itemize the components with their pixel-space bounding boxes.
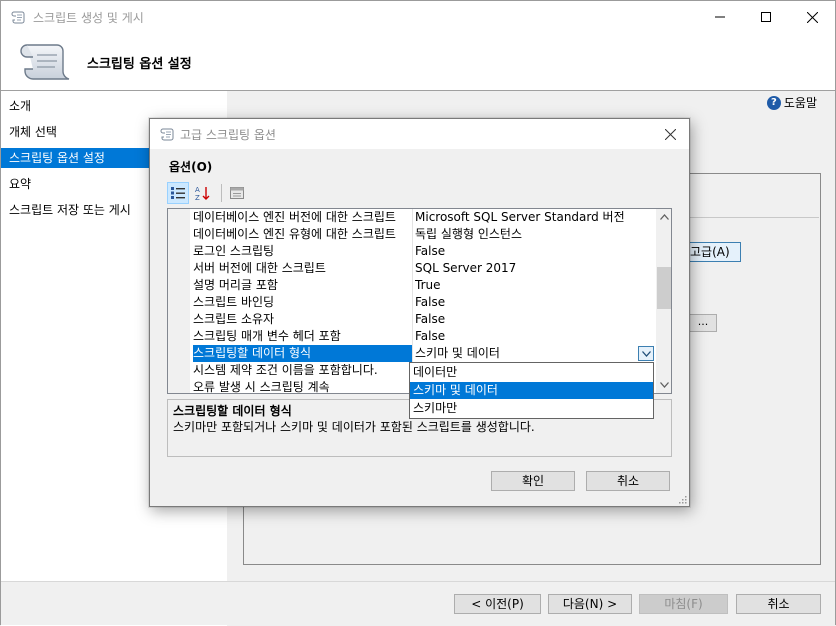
minimize-icon <box>715 16 725 18</box>
panel-separator <box>683 174 819 218</box>
column-divider <box>412 311 413 328</box>
dropdown-option[interactable]: 스키마만 <box>410 400 653 417</box>
ok-button[interactable]: 확인 <box>491 471 575 491</box>
scroll-up-button[interactable] <box>656 209 671 225</box>
browse-button[interactable]: ... <box>689 314 717 332</box>
prev-button[interactable]: < 이전(P) <box>454 594 541 614</box>
finish-button[interactable]: 마침(F) <box>639 594 728 614</box>
property-value: 독립 실행형 인스턴스 <box>415 227 522 241</box>
property-value[interactable]: 스키마 및 데이터 <box>415 345 655 362</box>
property-name: 스크립팅 매개 변수 헤더 포함 <box>193 329 341 343</box>
property-name: 스크립트 소유자 <box>193 312 275 326</box>
property-row[interactable]: 데이터베이스 엔진 유형에 대한 스크립트 독립 실행형 인스턴스 <box>190 226 656 243</box>
dropdown-option-selected[interactable]: 스키마 및 데이터 <box>410 382 653 399</box>
description-title: 스크립팅할 데이터 형식 <box>173 404 292 418</box>
resize-grip-icon[interactable] <box>677 494 687 504</box>
property-value: False <box>415 295 446 309</box>
options-label: 옵션(O) <box>169 160 213 174</box>
property-name: 서버 버전에 대한 스크립트 <box>193 261 326 275</box>
column-divider <box>412 260 413 277</box>
scroll-down-button[interactable] <box>656 377 671 393</box>
property-name: 오류 발생 시 스크립팅 계속 <box>193 380 330 394</box>
data-type-dropdown-list: 데이터만 스키마 및 데이터 스키마만 <box>409 362 654 419</box>
property-row[interactable]: 스크립팅 매개 변수 헤더 포함 False <box>190 328 656 345</box>
property-row[interactable]: 스크립트 소유자 False <box>190 311 656 328</box>
sort-alphabetical-icon: A Z <box>195 186 210 201</box>
property-name: 스크립팅할 데이터 형식 <box>193 345 412 362</box>
property-row-selected[interactable]: 스크립팅할 데이터 형식 스키마 및 데이터 <box>190 345 656 362</box>
column-divider <box>412 226 413 243</box>
minimize-button[interactable] <box>697 1 743 33</box>
script-scroll-icon <box>160 128 174 141</box>
property-name: 스크립트 바인딩 <box>193 295 275 309</box>
wizard-header: 스크립팅 옵션 설정 <box>1 33 835 91</box>
property-name: 시스템 제약 조건 이름을 포함합니다. <box>193 363 378 377</box>
property-value: SQL Server 2017 <box>415 261 517 275</box>
property-row[interactable]: 스크립트 바인딩 False <box>190 294 656 311</box>
close-window-button[interactable] <box>789 1 835 33</box>
nav-item-intro[interactable]: 소개 <box>1 96 227 116</box>
property-toolbar: A Z <box>167 182 251 204</box>
toolbar-separator <box>221 184 222 202</box>
dialog-close-button[interactable] <box>655 119 685 149</box>
dialog-cancel-button[interactable]: 취소 <box>586 471 670 491</box>
title-bar: 스크립트 생성 및 게시 <box>1 1 835 33</box>
property-value: False <box>415 329 446 343</box>
property-name: 데이터베이스 엔진 버전에 대한 스크립트 <box>193 210 396 224</box>
property-pages-icon <box>230 187 244 199</box>
chevron-down-icon <box>641 350 651 357</box>
dropdown-option[interactable]: 데이터만 <box>410 364 653 381</box>
column-divider <box>412 328 413 345</box>
dialog-title-bar: 고급 스크립팅 옵션 <box>150 119 689 149</box>
chevron-up-icon <box>659 214 669 220</box>
categorized-button[interactable] <box>167 182 189 204</box>
categorized-icon <box>171 187 185 199</box>
property-row[interactable]: 데이터베이스 엔진 버전에 대한 스크립트 Microsoft SQL Serv… <box>190 209 656 226</box>
column-divider <box>412 294 413 311</box>
scroll-thumb[interactable] <box>657 267 671 309</box>
column-divider <box>412 345 413 362</box>
property-pages-button[interactable] <box>226 182 248 204</box>
property-name: 로그인 스크립팅 <box>193 244 275 258</box>
next-button[interactable]: 다음(N) > <box>548 594 632 614</box>
property-row[interactable]: 설명 머리글 포함 True <box>190 277 656 294</box>
svg-text:Z: Z <box>195 194 200 201</box>
column-divider <box>412 209 413 226</box>
maximize-button[interactable] <box>743 1 789 33</box>
help-link[interactable]: ? 도움말 <box>766 94 817 111</box>
cancel-button[interactable]: 취소 <box>736 594 821 614</box>
close-icon <box>806 11 818 23</box>
maximize-icon <box>761 12 771 22</box>
advanced-scripting-options-dialog: 고급 스크립팅 옵션 옵션(O) A Z 데이터베이스 엔진 버전에 대한 스크… <box>149 118 690 507</box>
window-title: 스크립트 생성 및 게시 <box>33 11 144 25</box>
property-value: Microsoft SQL Server Standard 버전 <box>415 210 625 224</box>
help-icon: ? <box>766 95 781 110</box>
alphabetical-button[interactable]: A Z <box>192 182 214 204</box>
page-title: 스크립팅 옵션 설정 <box>87 57 192 72</box>
property-value: True <box>415 278 441 292</box>
property-row[interactable]: 로그인 스크립팅 False <box>190 243 656 260</box>
property-value: False <box>415 312 446 326</box>
close-icon <box>664 128 676 140</box>
grid-scrollbar[interactable] <box>656 209 671 393</box>
dialog-title: 고급 스크립팅 옵션 <box>180 128 276 142</box>
description-text: 스키마만 포함되거나 스키마 및 데이터가 포함된 스크립트를 생성합니다. <box>173 420 535 434</box>
advanced-button[interactable]: 고급(A) <box>689 242 741 262</box>
property-value: False <box>415 244 446 258</box>
svg-text:A: A <box>195 186 200 194</box>
grid-gutter <box>168 209 190 393</box>
script-scroll-icon <box>11 11 25 24</box>
property-row[interactable]: 서버 버전에 대한 스크립트 SQL Server 2017 <box>190 260 656 277</box>
chevron-down-icon <box>659 382 669 388</box>
help-label: 도움말 <box>783 96 817 110</box>
wizard-window: 스크립트 생성 및 게시 스크립팅 옵션 설정 소개 개체 선택 스크립팅 옵션… <box>0 0 836 626</box>
column-divider <box>412 243 413 260</box>
script-scroll-icon <box>20 44 70 80</box>
property-name: 데이터베이스 엔진 유형에 대한 스크립트 <box>193 227 396 241</box>
property-name: 설명 머리글 포함 <box>193 278 278 292</box>
column-divider <box>412 277 413 294</box>
value-dropdown-button[interactable] <box>638 346 654 361</box>
